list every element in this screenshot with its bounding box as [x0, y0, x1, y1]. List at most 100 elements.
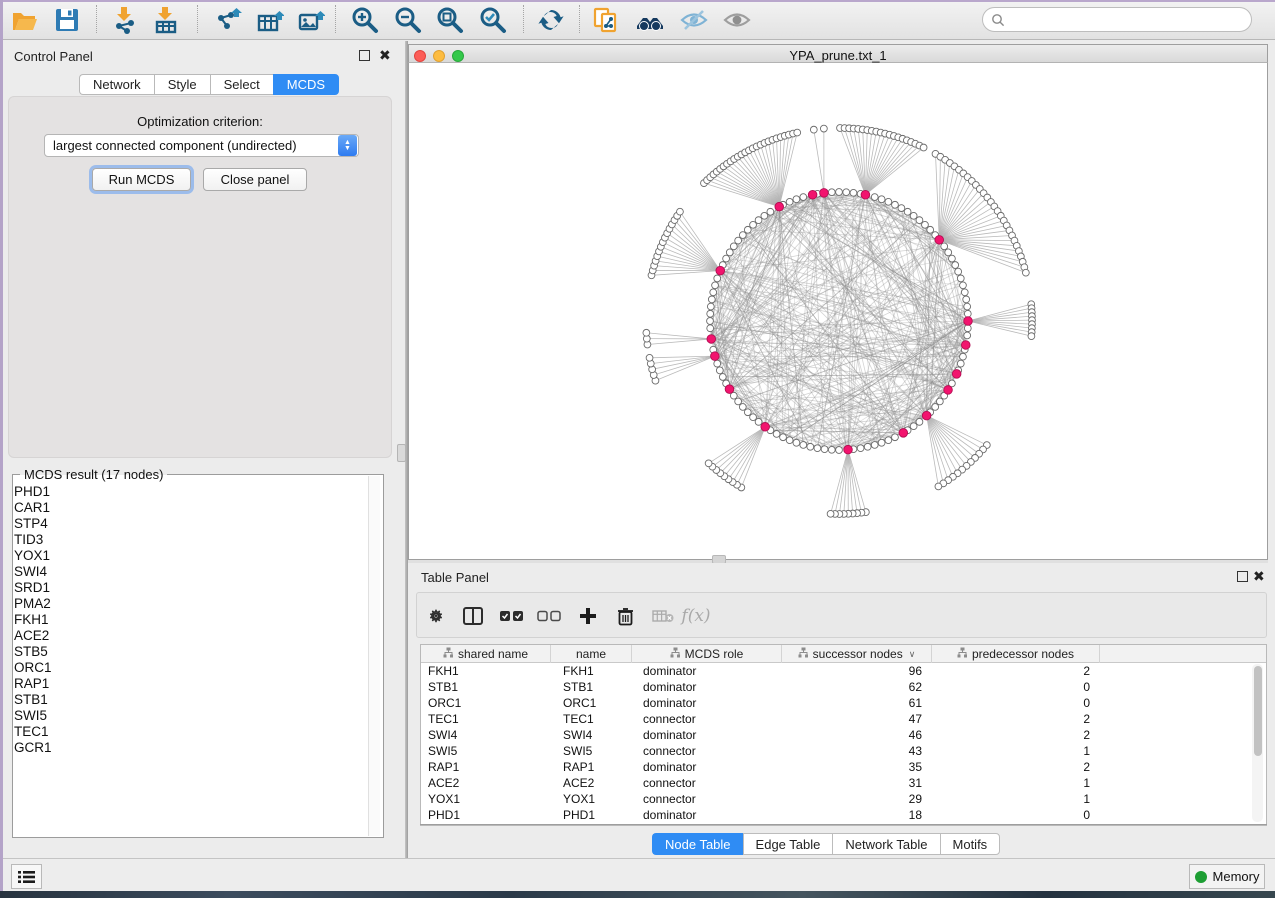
- hide-selected-icon[interactable]: [679, 5, 709, 35]
- network-node[interactable]: [957, 360, 964, 367]
- column-header-name[interactable]: name: [551, 645, 632, 663]
- network-node[interactable]: [800, 194, 807, 201]
- table-row[interactable]: ACE2ACE2connector311: [421, 775, 1266, 791]
- mcds-result-item[interactable]: CAR1: [14, 500, 366, 516]
- mcds-hub-node[interactable]: [922, 411, 931, 420]
- zoom-fit-icon[interactable]: [435, 5, 465, 35]
- mcds-result-item[interactable]: RAP1: [14, 676, 366, 692]
- mcds-result-item[interactable]: ORC1: [14, 660, 366, 676]
- network-node[interactable]: [878, 196, 885, 203]
- memory-button[interactable]: Memory: [1189, 864, 1265, 889]
- network-node[interactable]: [857, 445, 864, 452]
- mcds-result-list[interactable]: PHD1CAR1STP4TID3YOX1SWI4SRD1PMA2FKH1ACE2…: [14, 484, 366, 834]
- mcds-hub-node[interactable]: [944, 386, 953, 395]
- network-node[interactable]: [957, 275, 964, 282]
- network-leaf-node[interactable]: [820, 125, 827, 132]
- network-node[interactable]: [960, 282, 967, 289]
- zoom-out-icon[interactable]: [393, 5, 423, 35]
- network-node[interactable]: [922, 221, 929, 228]
- export-table-icon[interactable]: [255, 5, 285, 35]
- network-node[interactable]: [735, 398, 742, 405]
- network-node[interactable]: [714, 275, 721, 282]
- table-row[interactable]: ORC1ORC1dominator610: [421, 695, 1266, 711]
- mcds-list-scrollbar[interactable]: [368, 476, 380, 836]
- network-node[interactable]: [916, 217, 923, 224]
- tab-select[interactable]: Select: [210, 74, 273, 95]
- tab-style[interactable]: Style: [154, 74, 210, 95]
- network-node[interactable]: [885, 437, 892, 444]
- deselect-all-icon[interactable]: [536, 603, 562, 629]
- network-node[interactable]: [878, 439, 885, 446]
- close-panel-icon[interactable]: ✖: [379, 48, 391, 62]
- mcds-hub-node[interactable]: [861, 190, 870, 199]
- mcds-result-item[interactable]: TEC1: [14, 724, 366, 740]
- table-scrollbar-thumb[interactable]: [1254, 666, 1262, 756]
- column-visibility-icon[interactable]: [460, 603, 486, 629]
- network-node[interactable]: [793, 439, 800, 446]
- network-node[interactable]: [712, 282, 719, 289]
- network-node[interactable]: [960, 353, 967, 360]
- mcds-hub-node[interactable]: [961, 341, 970, 350]
- network-node[interactable]: [945, 249, 952, 256]
- mcds-hub-node[interactable]: [711, 352, 720, 361]
- mcds-result-item[interactable]: ACE2: [14, 628, 366, 644]
- mcds-result-item[interactable]: STB1: [14, 692, 366, 708]
- search-box[interactable]: [982, 7, 1252, 32]
- network-node[interactable]: [927, 226, 934, 233]
- network-canvas[interactable]: [409, 63, 1267, 559]
- table-row[interactable]: TEC1TEC1connector472: [421, 711, 1266, 727]
- network-node[interactable]: [767, 208, 774, 215]
- column-header-shared-name[interactable]: shared name: [421, 645, 551, 663]
- mcds-result-item[interactable]: YOX1: [14, 548, 366, 564]
- node-table[interactable]: shared namenameMCDS rolesuccessor nodes∨…: [420, 644, 1267, 826]
- mcds-result-item[interactable]: SRD1: [14, 580, 366, 596]
- network-node[interactable]: [898, 205, 905, 212]
- mcds-result-item[interactable]: PMA2: [14, 596, 366, 612]
- network-leaf-node[interactable]: [677, 208, 684, 215]
- network-leaf-node[interactable]: [705, 460, 712, 467]
- network-node[interactable]: [716, 367, 723, 374]
- network-leaf-node[interactable]: [810, 126, 817, 133]
- network-node[interactable]: [850, 189, 857, 196]
- import-table-icon[interactable]: [151, 5, 181, 35]
- network-node[interactable]: [910, 212, 917, 219]
- run-mcds-button[interactable]: Run MCDS: [92, 168, 191, 191]
- clone-network-icon[interactable]: [591, 5, 621, 35]
- tab-motifs[interactable]: Motifs: [940, 833, 1001, 855]
- network-node[interactable]: [932, 404, 939, 411]
- mcds-hub-node[interactable]: [808, 190, 817, 199]
- network-node[interactable]: [952, 262, 959, 269]
- network-node[interactable]: [910, 423, 917, 430]
- network-node[interactable]: [707, 325, 714, 332]
- open-folder-icon[interactable]: [10, 5, 40, 35]
- mcds-result-item[interactable]: TID3: [14, 532, 366, 548]
- table-row[interactable]: STB1STB1dominator620: [421, 679, 1266, 695]
- network-leaf-node[interactable]: [643, 329, 650, 336]
- mcds-hub-node[interactable]: [775, 202, 784, 211]
- network-node[interactable]: [708, 296, 715, 303]
- table-row[interactable]: SWI4SWI4dominator462: [421, 727, 1266, 743]
- select-all-icon[interactable]: [499, 603, 525, 629]
- mcds-result-item[interactable]: FKH1: [14, 612, 366, 628]
- network-node[interactable]: [723, 255, 730, 262]
- network-node[interactable]: [707, 303, 714, 310]
- network-leaf-node[interactable]: [646, 354, 653, 361]
- mcds-hub-node[interactable]: [761, 422, 770, 431]
- network-node[interactable]: [714, 360, 721, 367]
- network-node[interactable]: [786, 198, 793, 205]
- task-history-button[interactable]: [11, 864, 42, 889]
- network-leaf-node[interactable]: [1028, 333, 1035, 340]
- table-row[interactable]: FKH1FKH1dominator962: [421, 663, 1266, 679]
- float-panel-icon[interactable]: [359, 50, 370, 61]
- network-node[interactable]: [864, 443, 871, 450]
- criterion-dropdown[interactable]: largest connected component (undirected)…: [44, 134, 359, 157]
- network-node[interactable]: [750, 221, 757, 228]
- network-node[interactable]: [707, 310, 714, 317]
- network-node[interactable]: [836, 189, 843, 196]
- show-all-icon[interactable]: [722, 5, 752, 35]
- network-node[interactable]: [744, 409, 751, 416]
- network-node[interactable]: [892, 434, 899, 441]
- network-node[interactable]: [936, 398, 943, 405]
- table-row[interactable]: SWI5SWI5connector431: [421, 743, 1266, 759]
- network-leaf-node[interactable]: [935, 483, 942, 490]
